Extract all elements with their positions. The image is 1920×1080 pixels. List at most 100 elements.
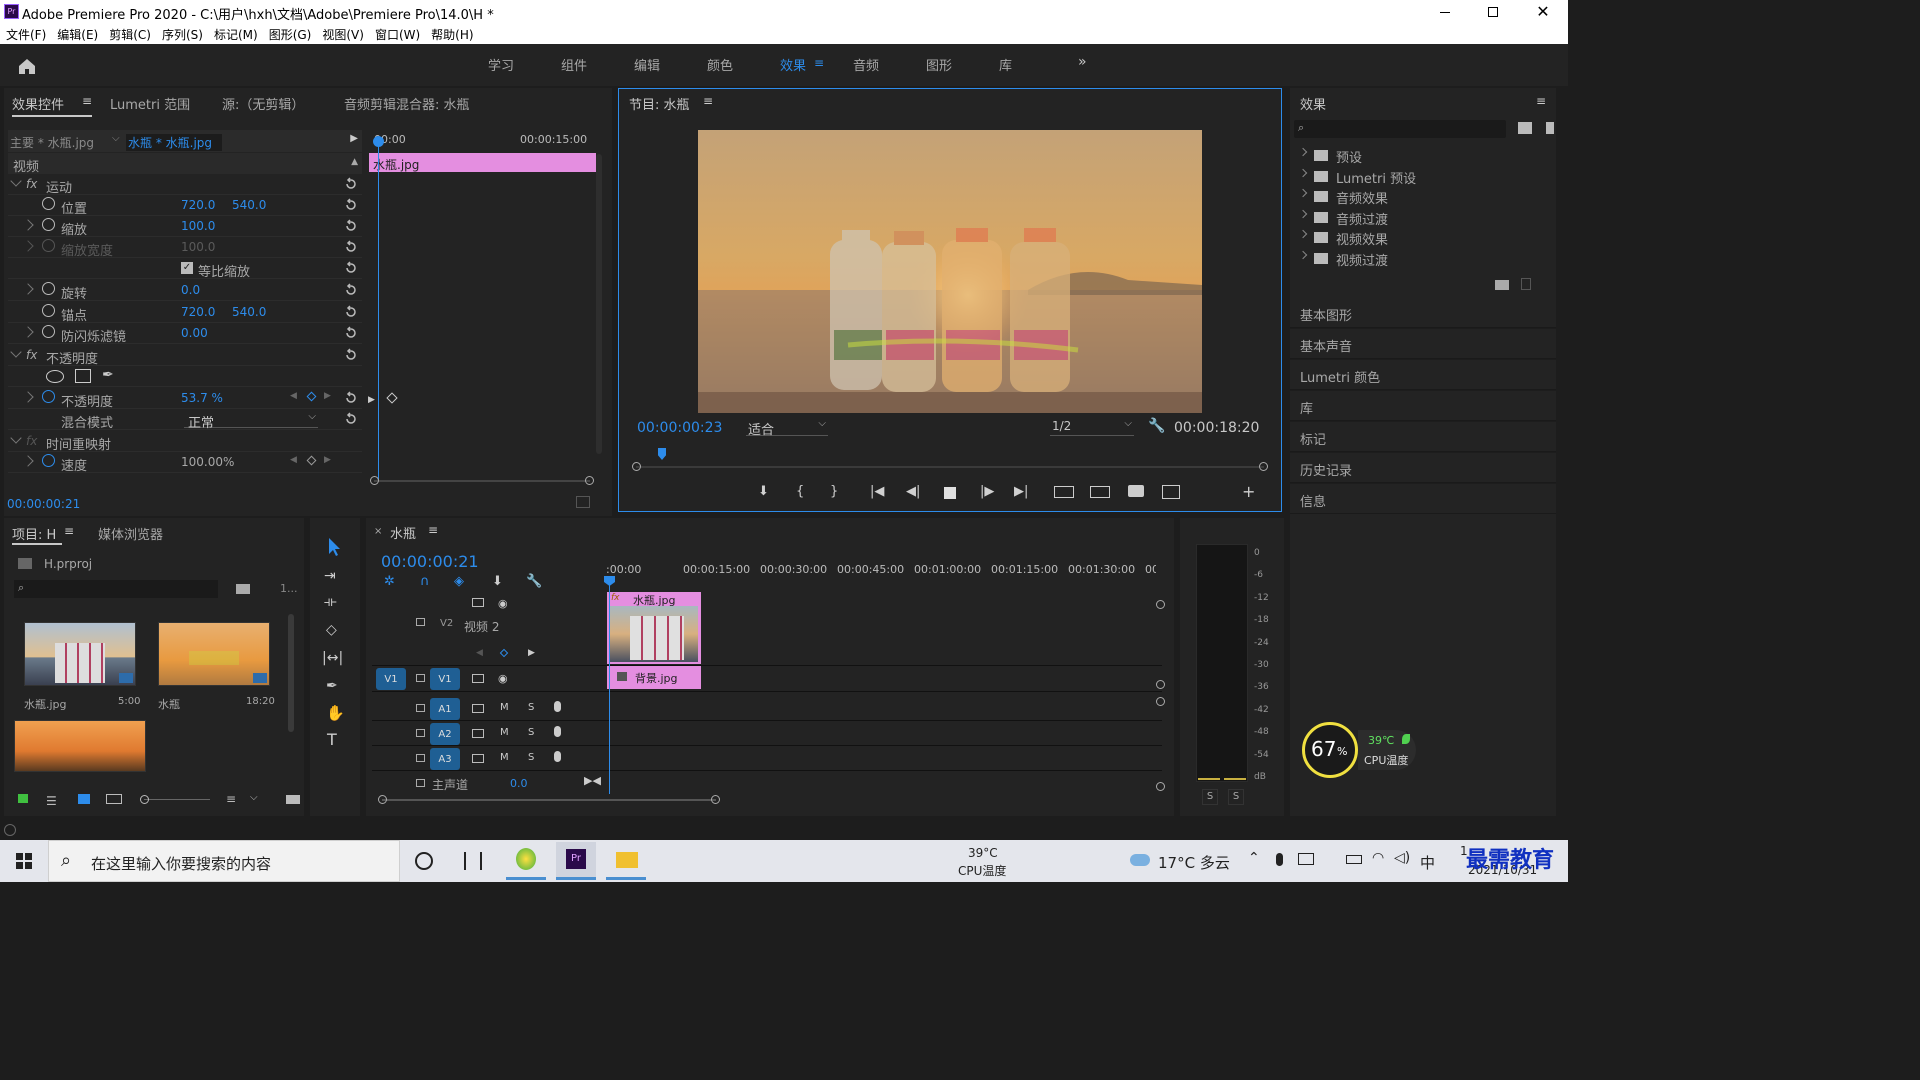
toggle-sync-icon[interactable] bbox=[472, 674, 484, 683]
taskbar-weather[interactable]: 17°C 多云 bbox=[1158, 852, 1230, 873]
new-bin-icon[interactable] bbox=[236, 584, 250, 594]
timeline-vscroll-1[interactable] bbox=[1156, 600, 1165, 609]
app-pin-premiere-icon[interactable]: Pr bbox=[556, 842, 596, 880]
reset-icon[interactable] bbox=[344, 283, 358, 297]
windows-start-icon[interactable] bbox=[16, 853, 32, 869]
lock-icon[interactable] bbox=[18, 794, 28, 803]
anchor-y-value[interactable]: 540.0 bbox=[232, 305, 266, 319]
ec-row-anchor[interactable]: 锚点 720.0 540.0 bbox=[8, 302, 362, 324]
marker-icon[interactable]: ⬇ bbox=[758, 484, 769, 499]
ec-row-uniform-scale[interactable]: ✓ 等比缩放 bbox=[8, 258, 362, 280]
a1-track-target[interactable]: A1 bbox=[430, 698, 460, 720]
microphone-icon[interactable] bbox=[554, 726, 561, 737]
snap-icon[interactable]: ∩ bbox=[420, 574, 430, 589]
ec-row-flicker[interactable]: 防闪烁滤镜 0.00 bbox=[8, 323, 362, 345]
ec-row-speed[interactable]: 速度 100.00% ◀ ▶ bbox=[8, 452, 362, 474]
timeline-playhead[interactable] bbox=[609, 578, 610, 794]
app-pin-green-icon[interactable] bbox=[506, 842, 546, 880]
scale-value[interactable]: 100.0 bbox=[181, 219, 215, 233]
stopwatch-icon[interactable] bbox=[42, 218, 55, 231]
razor-tool-icon[interactable]: ◇ bbox=[326, 622, 337, 638]
project-scrollbar[interactable] bbox=[288, 614, 294, 732]
prev-keyframe-icon[interactable]: ◀ bbox=[290, 455, 297, 465]
master-clip-label[interactable]: 主要 * 水瓶.jpg bbox=[10, 134, 94, 151]
timeline-vscroll-4[interactable] bbox=[1156, 782, 1165, 791]
timeline-vscroll-2[interactable] bbox=[1156, 680, 1165, 689]
sequence-tab[interactable]: 水瓶 bbox=[390, 523, 416, 542]
microphone-icon[interactable] bbox=[554, 701, 561, 712]
side-panel-3[interactable]: 库 bbox=[1290, 391, 1556, 421]
compare-icon[interactable] bbox=[1162, 485, 1180, 499]
mute-button[interactable]: M bbox=[500, 727, 509, 738]
rotation-value[interactable]: 0.0 bbox=[181, 283, 200, 297]
stopwatch-icon[interactable] bbox=[42, 325, 55, 338]
clip-v2[interactable]: fx 水瓶.jpg bbox=[607, 592, 701, 664]
project-tab[interactable]: 项目: H bbox=[12, 524, 56, 543]
mark-out-icon[interactable]: } bbox=[830, 484, 838, 499]
timeline-ruler[interactable]: :00:00 00:00:15:00 00:00:30:00 00:00:45:00 0… bbox=[606, 560, 1156, 584]
reset-icon[interactable] bbox=[344, 412, 358, 426]
toggle-sync-icon[interactable] bbox=[472, 704, 484, 713]
ec-current-time[interactable]: 00:00:00:21 bbox=[7, 497, 80, 511]
effects-folder-5[interactable]: 视频过渡 bbox=[1298, 249, 1550, 269]
ec-tab-0[interactable]: 效果控件 bbox=[12, 94, 110, 113]
solo-button[interactable]: S bbox=[528, 702, 534, 713]
timeline-hscroll[interactable] bbox=[378, 795, 720, 804]
next-keyframe-icon[interactable]: ▶ bbox=[528, 648, 535, 658]
new-bin-icon[interactable] bbox=[1518, 122, 1532, 134]
menu-item-4[interactable]: 标记(M) bbox=[214, 26, 258, 43]
stop-button[interactable] bbox=[944, 487, 956, 499]
workspace-tab-0[interactable]: 学习 bbox=[488, 55, 561, 74]
reset-icon[interactable] bbox=[344, 391, 358, 405]
microphone-icon[interactable] bbox=[554, 751, 561, 762]
effects-search-input[interactable]: ⌕ bbox=[1294, 120, 1506, 138]
workspace-tab-7[interactable]: 库 bbox=[999, 55, 1072, 74]
stopwatch-icon[interactable] bbox=[42, 304, 55, 317]
resolution-select[interactable]: 1/2 ⌵ bbox=[1050, 418, 1134, 436]
chevron-down-icon[interactable]: ⌵ bbox=[250, 792, 258, 803]
extract-icon[interactable] bbox=[1090, 486, 1110, 498]
side-panel-2[interactable]: Lumetri 颜色 bbox=[1290, 360, 1556, 390]
side-panel-6[interactable]: 信息 bbox=[1290, 484, 1556, 514]
multitask-icon[interactable] bbox=[464, 852, 482, 870]
ec-row-scale[interactable]: 缩放 100.0 bbox=[8, 216, 362, 238]
reset-icon[interactable] bbox=[344, 326, 358, 340]
v1-source-patch[interactable]: V1 bbox=[376, 668, 406, 690]
reset-icon[interactable] bbox=[344, 198, 358, 212]
linked-selection-icon[interactable]: ◈ bbox=[454, 574, 464, 589]
workspace-menu-icon[interactable]: ≡ bbox=[814, 56, 824, 70]
home-icon[interactable] bbox=[16, 56, 38, 76]
pen-mask-icon[interactable]: ✒ bbox=[102, 367, 114, 383]
new-custom-bin-icon[interactable] bbox=[1495, 280, 1509, 290]
rectangle-mask-icon[interactable] bbox=[75, 369, 91, 383]
effects-folder-4[interactable]: 视频效果 bbox=[1298, 228, 1550, 248]
track-select-tool-icon[interactable]: ⇥ bbox=[324, 568, 336, 584]
eye-icon[interactable]: ◉ bbox=[498, 597, 508, 610]
master-value[interactable]: 0.0 bbox=[510, 777, 528, 790]
close-icon[interactable]: ✕ bbox=[1528, 0, 1558, 24]
freeform-view-icon[interactable] bbox=[106, 794, 122, 804]
timeline-timecode[interactable]: 00:00:00:21 bbox=[381, 552, 479, 571]
lock-icon[interactable] bbox=[416, 754, 425, 762]
ec-row-rotation[interactable]: 旋转 0.0 bbox=[8, 280, 362, 302]
program-video-frame[interactable] bbox=[698, 130, 1202, 413]
panel-menu-icon[interactable]: ≡ bbox=[703, 94, 713, 108]
stopwatch-icon[interactable] bbox=[42, 197, 55, 210]
wifi-icon[interactable]: ◠ bbox=[1372, 850, 1384, 866]
solo-button[interactable]: S bbox=[528, 752, 534, 763]
lift-icon[interactable] bbox=[1054, 486, 1074, 498]
effects-folder-1[interactable]: Lumetri 预设 bbox=[1298, 167, 1550, 187]
microphone-icon[interactable] bbox=[1276, 853, 1283, 866]
lock-icon[interactable] bbox=[416, 704, 425, 712]
program-timecode[interactable]: 00:00:00:23 bbox=[637, 420, 722, 436]
mute-button[interactable]: M bbox=[500, 702, 509, 713]
more-workspaces-icon[interactable]: » bbox=[1078, 54, 1087, 70]
effects-folder-2[interactable]: 音频效果 bbox=[1298, 187, 1550, 207]
solo-right-button[interactable]: S bbox=[1228, 789, 1244, 805]
ec-playhead-handle[interactable] bbox=[373, 136, 384, 147]
play-triangle-icon[interactable]: ▶ bbox=[350, 133, 358, 144]
effects-folder-3[interactable]: 音频过渡 bbox=[1298, 208, 1550, 228]
lock-icon[interactable] bbox=[416, 729, 425, 737]
ec-zoom-bar[interactable] bbox=[370, 476, 594, 485]
mark-in-icon[interactable]: { bbox=[796, 484, 804, 499]
